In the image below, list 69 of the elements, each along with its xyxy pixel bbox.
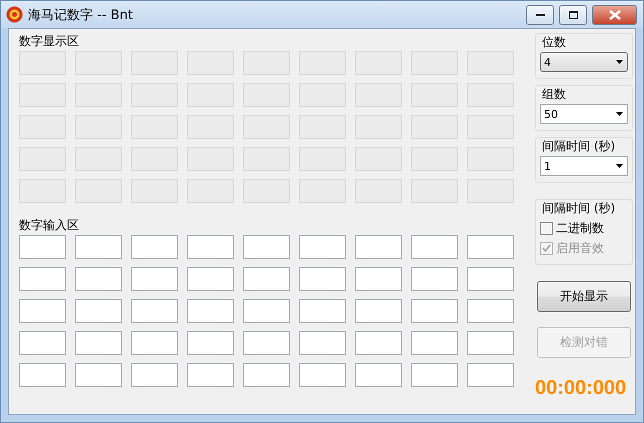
input-field[interactable] [19,299,66,323]
input-field[interactable] [411,331,458,355]
dropdown[interactable]: 4 [540,52,628,72]
input-field[interactable] [299,331,346,355]
input-field[interactable] [187,363,234,387]
minimize-button[interactable] [526,4,554,24]
minimize-icon [536,12,544,16]
input-field[interactable] [75,235,122,259]
input-field[interactable] [19,363,66,387]
input-field[interactable] [467,235,514,259]
input-field[interactable] [131,299,178,323]
check-icon [542,244,551,252]
group-label: 间隔时间 (秒) [542,138,616,155]
input-field[interactable] [299,267,346,291]
area-label: 数字输入区 [19,217,80,234]
input-field[interactable] [131,235,178,259]
action-button[interactable]: 开始显示 [537,281,631,312]
input-field[interactable] [243,267,290,291]
input-field[interactable] [187,235,234,259]
input-field[interactable] [187,299,234,323]
group-label: 组数 [542,86,567,103]
group-label: 位数 [542,34,567,51]
maximize-icon [568,10,578,18]
input-field[interactable] [467,299,514,323]
input-field[interactable] [411,363,458,387]
input-field[interactable] [131,363,178,387]
input-field[interactable] [355,363,402,387]
dropdown[interactable]: 50 [540,104,628,124]
input-field[interactable] [19,235,66,259]
input-field[interactable] [75,267,122,291]
input-field[interactable] [355,331,402,355]
input-field[interactable] [75,363,122,387]
input-field[interactable] [467,363,514,387]
window-title: 海马记数字 -- Bnt [28,6,134,24]
input-field[interactable] [243,331,290,355]
input-field[interactable] [75,331,122,355]
app-icon [6,6,23,23]
input-field[interactable] [299,235,346,259]
input-field[interactable] [243,363,290,387]
timer: 00:00:000 [535,376,628,400]
input-field[interactable] [355,235,402,259]
input-field[interactable] [355,267,402,291]
input-field[interactable] [19,331,66,355]
close-icon [608,10,620,20]
input-field[interactable] [411,267,458,291]
input-field[interactable] [299,299,346,323]
dropdown[interactable]: 1 [540,156,628,176]
input-field[interactable] [467,267,514,291]
input-field[interactable] [75,299,122,323]
caret-icon [616,164,623,168]
caret-icon [616,112,623,116]
caret-icon [616,60,623,64]
input-field[interactable] [19,267,66,291]
input-field[interactable] [467,331,514,355]
input-field[interactable] [187,267,234,291]
input-field[interactable] [187,331,234,355]
input-field[interactable] [411,235,458,259]
maximize-button[interactable] [559,4,587,24]
input-field[interactable] [131,267,178,291]
area-label: 数字显示区 [19,33,80,50]
input-field[interactable] [411,299,458,323]
input-field[interactable] [131,331,178,355]
input-field[interactable] [243,235,290,259]
checkbox[interactable]: 二进制数 [540,218,628,238]
input-field[interactable] [243,299,290,323]
close-button[interactable] [592,4,637,24]
group-label: 间隔时间 (秒) [542,200,616,217]
input-field[interactable] [299,363,346,387]
input-field[interactable] [355,299,402,323]
